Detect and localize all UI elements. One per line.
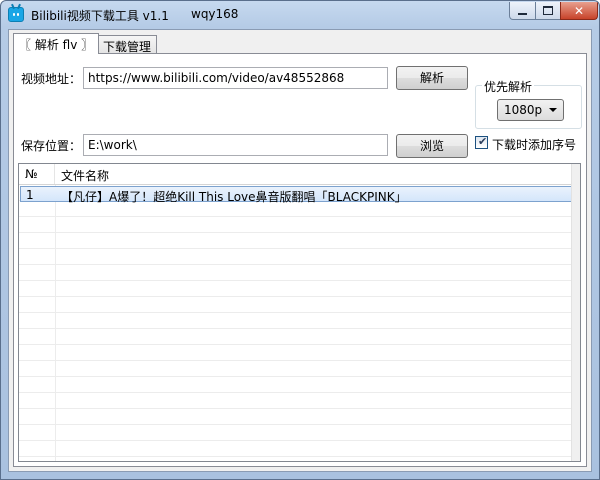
checkmark-icon: ✔: [478, 135, 488, 148]
row-filename: 【凡仔】A爆了！超绝Kill This Love鼻音版翻唱「BLACKPINK」: [61, 190, 407, 204]
add-index-label: 下载时添加序号: [492, 138, 577, 152]
title-bar[interactable]: Bilibili视频下载工具 v1.1 wqy168 ✕: [1, 1, 599, 29]
minimize-icon: [518, 12, 527, 15]
row-number: 1: [26, 188, 34, 202]
maximize-button[interactable]: [535, 2, 561, 20]
list-grid: [19, 185, 580, 461]
maximize-icon: [543, 6, 553, 15]
column-divider: [55, 185, 56, 461]
list-header: № 文件名称: [19, 164, 580, 185]
app-window: Bilibili视频下载工具 v1.1 wqy168 ✕ 〖 解析 flv 〗 …: [0, 0, 600, 480]
client-area: 〖 解析 flv 〗 下载管理 视频地址： https://www.bilibi…: [8, 29, 592, 472]
quality-select[interactable]: 1080p: [497, 99, 564, 121]
tab-parse-flv[interactable]: 〖 解析 flv 〗: [13, 33, 100, 54]
parse-button[interactable]: 解析: [396, 66, 468, 90]
window-frame-bottom: [1, 472, 599, 479]
close-icon: ✕: [573, 3, 585, 18]
save-label: 保存位置：: [21, 139, 82, 153]
table-row[interactable]: 1 【凡仔】A爆了！超绝Kill This Love鼻音版翻唱「BLACKPIN…: [20, 186, 574, 204]
tab-panel-parse: 视频地址： https://www.bilibili.com/video/av4…: [13, 53, 587, 467]
tab-download-manager[interactable]: 下载管理: [97, 35, 158, 54]
list-scrollbar[interactable]: [571, 164, 580, 461]
bilibili-tv-icon: [8, 3, 24, 22]
column-header-filename[interactable]: 文件名称: [55, 164, 575, 184]
url-label: 视频地址：: [21, 72, 82, 86]
column-header-number[interactable]: №: [19, 164, 55, 184]
close-button[interactable]: ✕: [560, 2, 598, 20]
video-url-input[interactable]: https://www.bilibili.com/video/av4855286…: [83, 67, 388, 89]
file-list[interactable]: № 文件名称 1 【凡仔】A爆了！超绝Kill This Love鼻音版翻唱「B…: [18, 163, 581, 462]
window-title: Bilibili视频下载工具 v1.1: [31, 9, 169, 23]
chevron-down-icon: [549, 108, 557, 112]
window-author: wqy168: [191, 7, 239, 21]
browse-button[interactable]: 浏览: [396, 134, 468, 158]
add-index-checkbox[interactable]: ✔: [475, 136, 488, 149]
save-path-input[interactable]: E:\work\: [83, 134, 388, 156]
priority-parse-group: 优先解析 1080p: [475, 78, 582, 129]
quality-select-value: 1080p: [504, 103, 543, 117]
priority-parse-title: 优先解析: [482, 78, 535, 95]
minimize-button[interactable]: [509, 2, 536, 20]
